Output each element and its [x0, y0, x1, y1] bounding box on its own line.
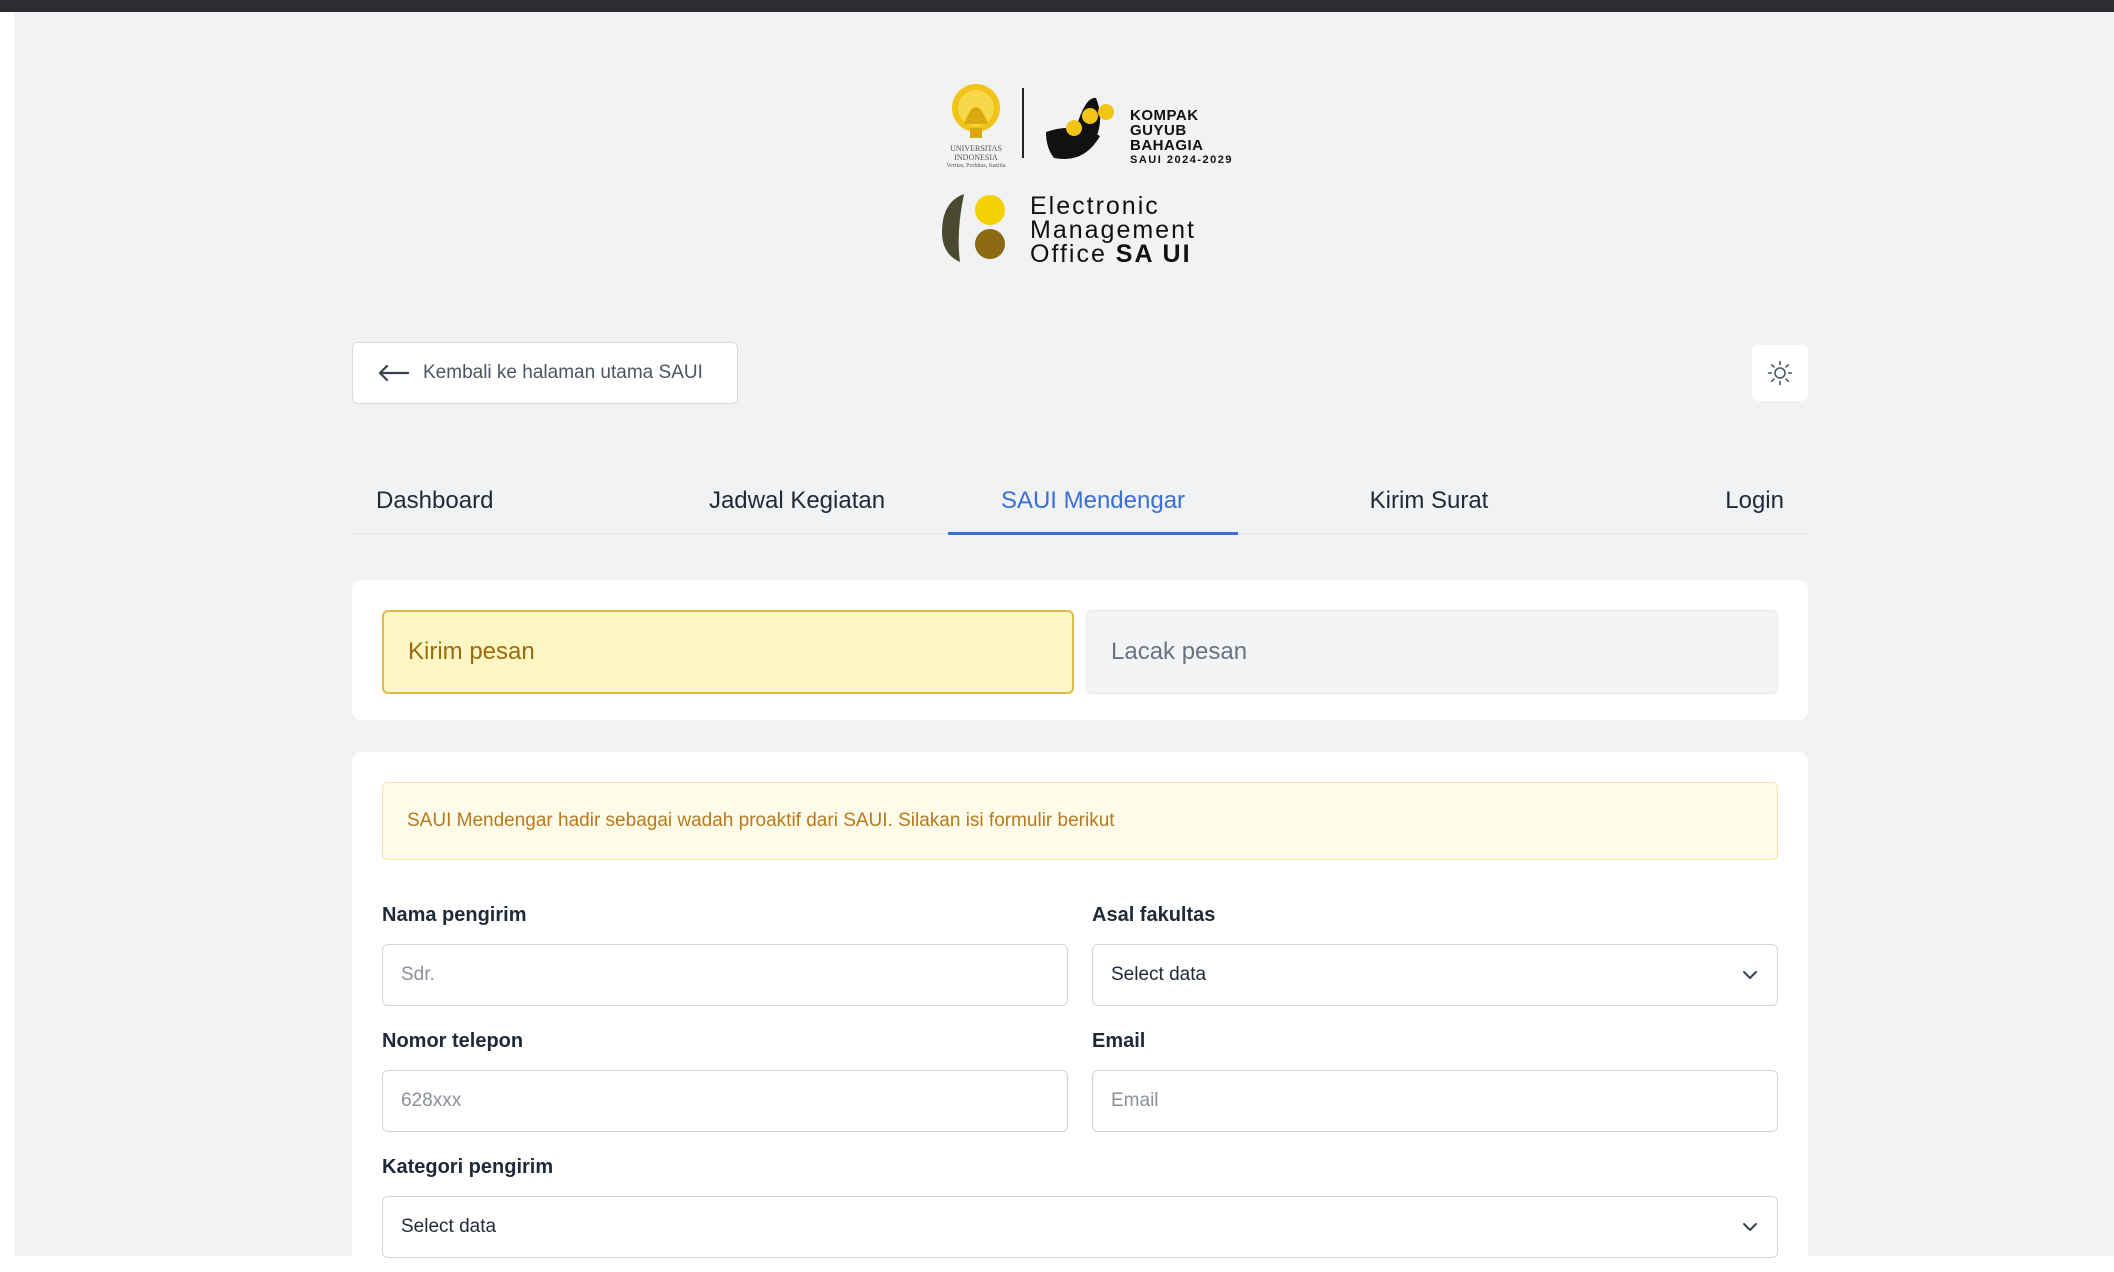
lacak-pesan-tab[interactable]: Lacak pesan — [1086, 610, 1778, 694]
tab-login[interactable]: Login — [1668, 452, 1808, 534]
kgb-line: GUYUB — [1130, 122, 1187, 139]
kgb-lotus-icon — [1046, 97, 1114, 160]
kategori-pengirim-select[interactable]: Select data — [382, 1196, 1778, 1258]
tab-jadwal-kegiatan[interactable]: Jadwal Kegiatan — [672, 452, 922, 534]
kategori-label: Kategori pengirim — [382, 1156, 554, 1178]
theme-toggle-button[interactable] — [1752, 345, 1808, 401]
seal-text-line: INDONESIA — [954, 153, 998, 162]
kgb-wordmark: KOMPAK GUYUB BAHAGIA SAUI 2024-2029 — [1130, 108, 1233, 168]
asal-fakultas-select[interactable]: Select data — [1092, 944, 1778, 1006]
makara-seal-icon — [952, 84, 1000, 138]
message-form-card: SAUI Mendengar hadir sebagai wadah proak… — [352, 752, 1808, 1272]
back-to-saui-button[interactable]: Kembali ke halaman utama SAUI — [352, 342, 738, 404]
emo-mark-icon — [942, 194, 1005, 262]
arrow-left-icon — [378, 364, 409, 382]
tab-kirim-surat[interactable]: Kirim Surat — [1304, 452, 1554, 534]
seal-text-line: UNIVERSITAS — [950, 144, 1002, 153]
email-label: Email — [1092, 1030, 1146, 1052]
chevron-down-icon — [1743, 1223, 1757, 1231]
logo-row: UNIVERSITAS INDONESIA Veritas, Probitas,… — [944, 70, 1244, 180]
universitas-indonesia-logo: UNIVERSITAS INDONESIA Veritas, Probitas,… — [944, 80, 1008, 180]
emo-logo: Electronic Management Office SA UI — [938, 184, 1258, 274]
nomor-telepon-input[interactable]: 628xxx — [382, 1070, 1068, 1132]
mode-switch-card: Kirim pesan Lacak pesan — [352, 580, 1808, 720]
kgb-subtitle: SAUI 2024-2029 — [1130, 154, 1233, 166]
tab-saui-mendengar[interactable]: SAUI Mendengar — [948, 452, 1238, 535]
telepon-label: Nomor telepon — [382, 1030, 524, 1052]
window-top-bar — [0, 0, 2114, 12]
emo-line: Office SA UI — [1030, 240, 1192, 268]
emo-wordmark: Electronic Management Office SA UI — [1030, 192, 1196, 268]
kgb-line: BAHAGIA — [1130, 137, 1204, 154]
info-alert: SAUI Mendengar hadir sebagai wadah proak… — [382, 782, 1778, 860]
seal-text-line: Veritas, Probitas, Iustitia — [946, 163, 1006, 169]
email-input[interactable]: Email — [1092, 1070, 1778, 1132]
sun-icon — [1767, 360, 1793, 386]
tab-dashboard[interactable]: Dashboard — [352, 452, 518, 534]
chevron-down-icon — [1743, 971, 1757, 979]
kirim-pesan-tab[interactable]: Kirim pesan — [382, 610, 1074, 694]
logo-divider — [1022, 88, 1024, 158]
fakultas-label: Asal fakultas — [1092, 904, 1216, 926]
nama-pengirim-input[interactable]: Sdr. — [382, 944, 1068, 1006]
nama-label: Nama pengirim — [382, 904, 527, 926]
header-logos: UNIVERSITAS INDONESIA Veritas, Probitas,… — [14, 12, 2114, 272]
emo-line: Electronic — [1030, 192, 1160, 220]
emo-line: Management — [1030, 216, 1196, 244]
main-nav-tabs: Dashboard Jadwal Kegiatan SAUI Mendengar… — [352, 452, 1808, 535]
kgb-line: KOMPAK — [1130, 107, 1199, 124]
back-button-label: Kembali ke halaman utama SAUI — [423, 362, 703, 383]
page: UNIVERSITAS INDONESIA Veritas, Probitas,… — [14, 12, 2114, 1272]
